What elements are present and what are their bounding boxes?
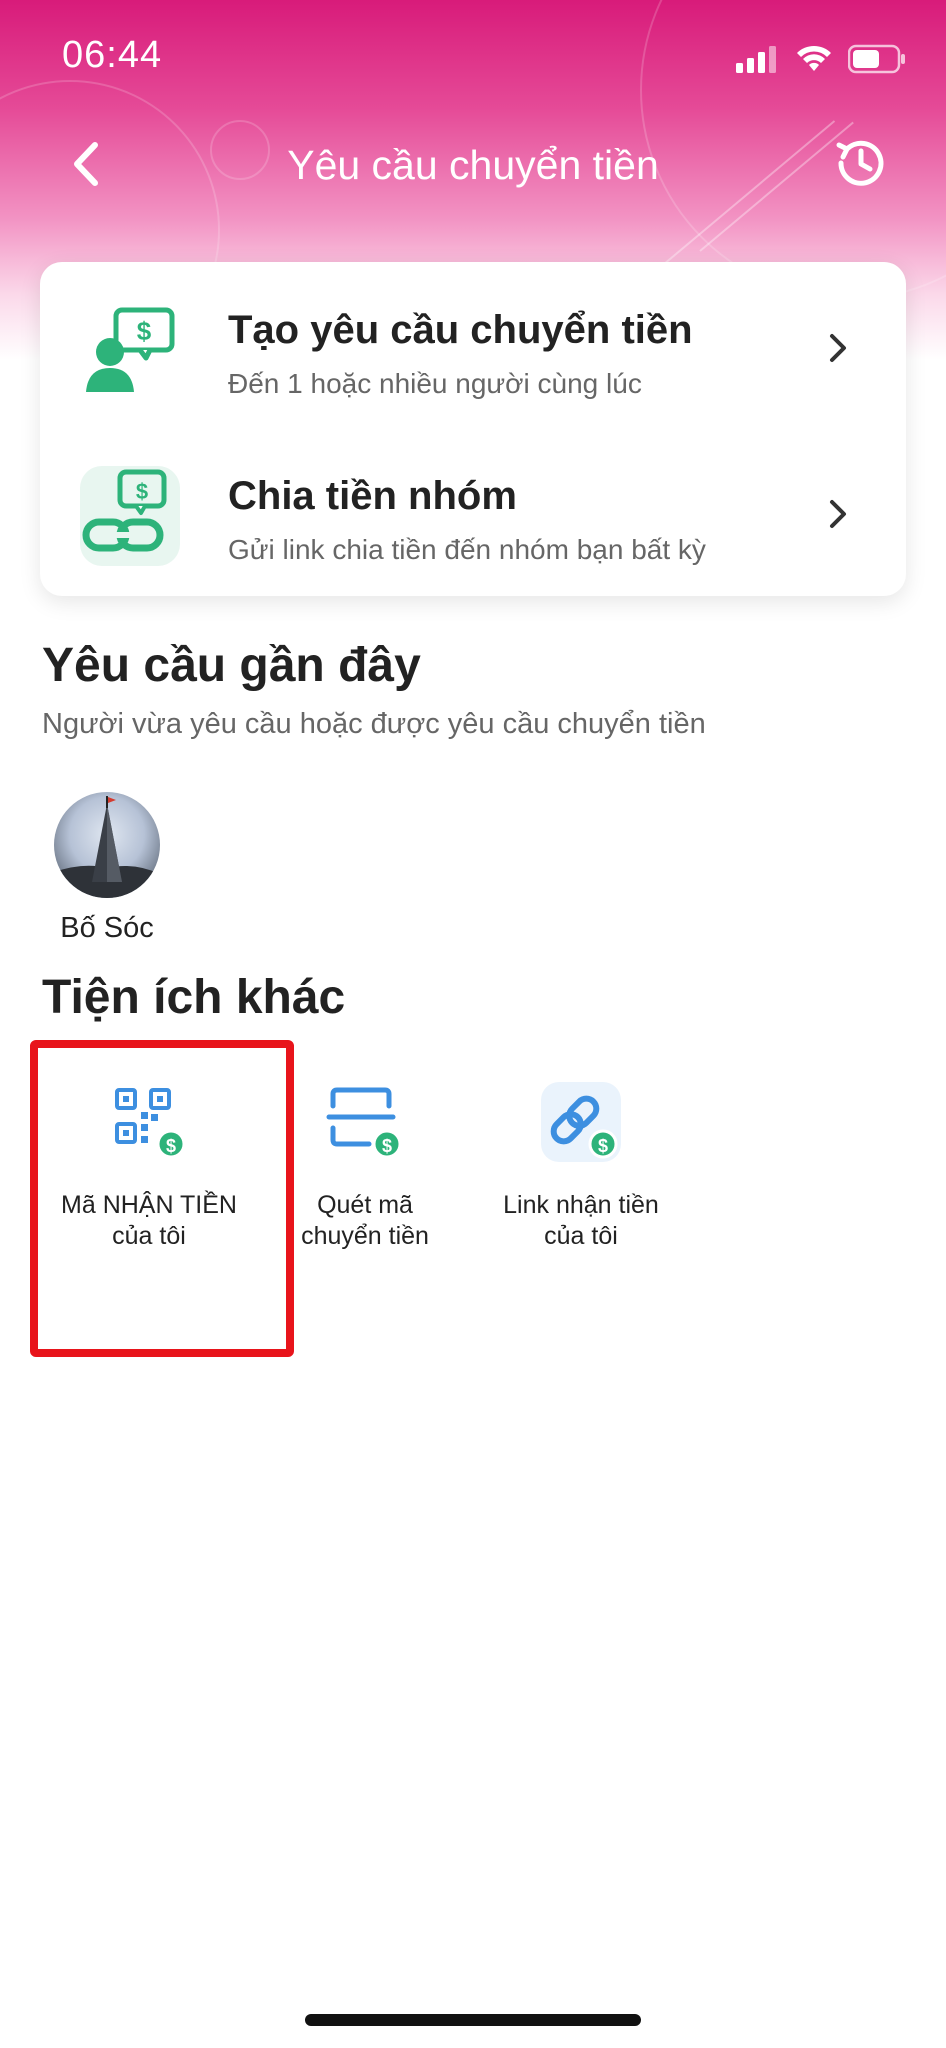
create-request-subtitle: Đến 1 hoặc nhiều người cùng lúc xyxy=(228,368,642,399)
other-utilities-title: Tiện ích khác xyxy=(42,971,346,1024)
svg-text:$: $ xyxy=(598,1136,608,1156)
nav-bar: Yêu cầu chuyển tiền xyxy=(0,120,946,210)
person-money-request-icon: $ xyxy=(80,300,180,400)
history-clock-icon xyxy=(836,140,884,186)
split-group-title: Chia tiền nhóm xyxy=(228,474,517,518)
contact-name: Bố Sóc xyxy=(60,912,154,944)
svg-text:$: $ xyxy=(136,479,148,504)
scan-money-icon: $ xyxy=(325,1082,405,1162)
recent-requests-title: Yêu cầu gần đây xyxy=(42,639,421,692)
chevron-right-icon xyxy=(818,328,858,368)
home-indicator[interactable] xyxy=(305,2014,641,2026)
create-request-row[interactable]: $ Tạo yêu cầu chuyển tiền Đến 1 hoặc nhi… xyxy=(40,270,906,430)
avatar xyxy=(54,792,160,898)
svg-text:$: $ xyxy=(137,316,152,346)
link-money-icon: $ xyxy=(541,1082,621,1162)
recent-requests-subtitle: Người vừa yêu cầu hoặc được yêu cầu chuy… xyxy=(42,708,706,740)
page-title: Yêu cầu chuyển tiền xyxy=(287,142,659,188)
status-bar: 06:44 xyxy=(0,0,946,110)
recent-contact[interactable]: Bố Sóc xyxy=(42,792,172,945)
money-request-actions-card: $ Tạo yêu cầu chuyển tiền Đến 1 hoặc nhi… xyxy=(40,262,906,596)
wifi-icon xyxy=(797,45,831,71)
split-group-subtitle: Gửi link chia tiền đến nhóm bạn bất kỳ xyxy=(228,534,706,565)
status-icons xyxy=(736,44,906,74)
split-group-row[interactable]: $ Chia tiền nhóm Gửi link chia tiền đến … xyxy=(40,436,906,596)
history-button[interactable] xyxy=(826,128,896,198)
util-label: Link nhận tiền của tôi xyxy=(476,1190,686,1252)
util-label-line2: của tôi xyxy=(544,1222,618,1250)
battery-icon xyxy=(848,44,905,74)
status-time: 06:44 xyxy=(62,34,163,76)
svg-text:$: $ xyxy=(382,1136,392,1156)
util-label-line1: Link nhận tiền xyxy=(503,1191,659,1219)
cellular-signal-icon xyxy=(736,46,776,73)
my-receive-link-button[interactable]: $ Link nhận tiền của tôi xyxy=(476,1072,686,1252)
create-request-title: Tạo yêu cầu chuyển tiền xyxy=(228,308,693,352)
highlight-box xyxy=(30,1040,294,1357)
chevron-right-icon xyxy=(818,494,858,534)
link-money-split-icon: $ xyxy=(80,466,180,566)
